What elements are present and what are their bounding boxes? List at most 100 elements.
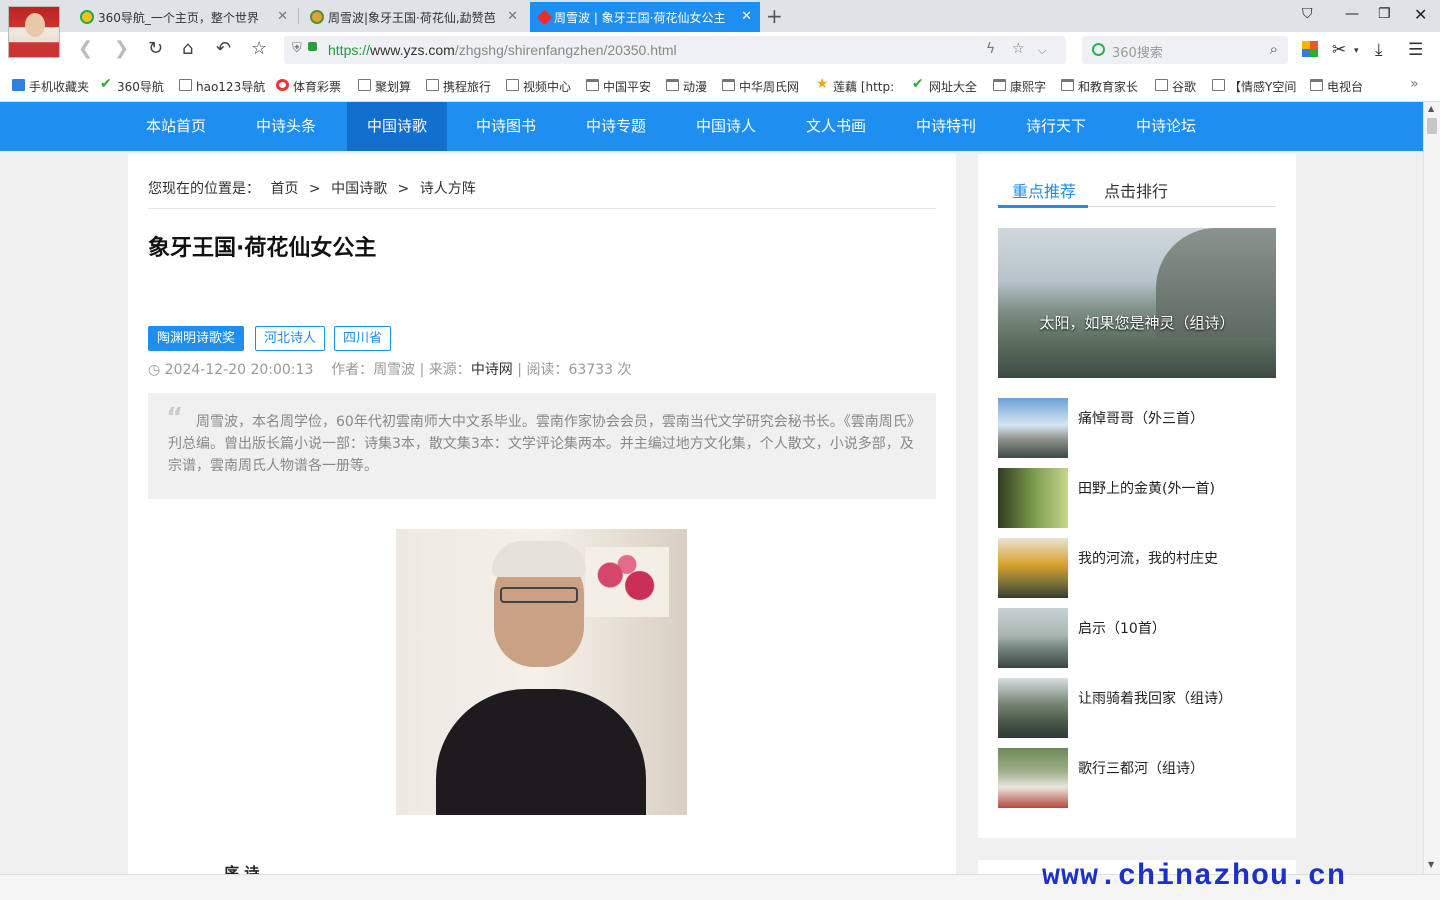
breadcrumb-poetry[interactable]: 中国诗歌 <box>331 181 387 197</box>
bookmark-item[interactable]: 中国平安 <box>586 78 651 95</box>
back-icon[interactable]: ❮ <box>78 38 93 59</box>
article-panel: 您现在的位置是： 首页 > 中国诗歌 > 诗人方阵 象牙王国·荷花仙女公主 陶渊… <box>128 154 956 874</box>
scissors-icon[interactable]: ✂ <box>1332 40 1346 60</box>
folder-icon <box>993 79 1006 91</box>
chevron-down-icon[interactable]: ⌵ <box>1038 44 1046 58</box>
restore-icon[interactable]: ❐ <box>1378 6 1391 22</box>
bookmark-item[interactable]: 手机收藏夹 <box>12 78 89 95</box>
favorite-star-icon[interactable]: ☆ <box>251 38 267 59</box>
nav-forum[interactable]: 中诗论坛 <box>1116 102 1216 151</box>
scroll-down-icon[interactable]: ▼ <box>1428 860 1434 869</box>
bookmark-item[interactable]: ✔ 网址大全 <box>912 76 977 95</box>
close-tab-icon[interactable]: ✕ <box>277 9 288 24</box>
search-icon[interactable]: ⌕ <box>1270 40 1278 58</box>
yzs-site-icon <box>536 9 553 26</box>
list-item[interactable]: 我的河流，我的村庄史 <box>998 538 1276 598</box>
apps-grid-icon[interactable] <box>1302 41 1318 57</box>
folder-icon <box>666 79 679 91</box>
more-bookmarks-icon[interactable]: » <box>1410 76 1419 92</box>
vertical-scrollbar[interactable]: ▲ ▼ <box>1423 102 1440 874</box>
nav-special-issue[interactable]: 中诗特刊 <box>896 102 996 151</box>
tab-label: 360导航_一个主页，整个世界 <box>98 10 259 25</box>
menu-icon[interactable]: ☰ <box>1408 40 1423 60</box>
search-input[interactable]: 360搜索 ⌕ <box>1082 36 1288 64</box>
list-item[interactable]: 启示（10首） <box>998 608 1276 668</box>
bookmark-star-icon[interactable]: ☆ <box>1012 41 1025 57</box>
flash-icon[interactable]: ϟ <box>986 41 995 57</box>
shield-icon[interactable]: ⛨ <box>292 41 302 56</box>
list-item[interactable]: 歌行三都河（组诗） <box>998 748 1276 808</box>
bookmark-item[interactable]: 中华周氏网 <box>722 78 802 95</box>
reload-icon[interactable]: ↻ <box>148 38 163 59</box>
bookmark-item[interactable]: 谷歌 <box>1155 78 1196 95</box>
tag-award[interactable]: 陶渊明诗歌奖 <box>148 326 245 351</box>
bookmark-item[interactable]: 电视台 <box>1310 78 1363 95</box>
bookmark-item[interactable]: ★ 莲藕 [http: <box>816 78 898 95</box>
caret-down-icon[interactable]: ▾ <box>1354 46 1359 56</box>
bookmark-item[interactable]: 【情感Y空间 <box>1212 78 1296 95</box>
list-item[interactable]: 田野上的金黄(外一首) <box>998 468 1276 528</box>
star-icon: ★ <box>816 78 829 92</box>
read-count: 63733 <box>568 362 613 378</box>
download-icon[interactable]: ⤓ <box>1375 40 1383 60</box>
folder-icon <box>1061 79 1074 91</box>
nav-calligraphy[interactable]: 文人书画 <box>786 102 886 151</box>
bookmark-item[interactable]: hao123导航 <box>179 78 265 95</box>
scroll-thumb[interactable] <box>1427 118 1437 134</box>
nav-headlines[interactable]: 中诗头条 <box>236 102 336 151</box>
reads-label: 阅读： <box>526 362 569 378</box>
nav-poets[interactable]: 中国诗人 <box>676 102 776 151</box>
author-photo <box>396 529 687 815</box>
folder-icon <box>1310 79 1323 91</box>
browser-tab-article-1[interactable]: 周雪波|象牙王国·荷花仙,勐赞芭 ✕ <box>304 2 526 32</box>
forward-icon[interactable]: ❯ <box>114 38 129 59</box>
breadcrumb-prefix: 您现在的位置是： <box>148 181 260 197</box>
new-tab-icon[interactable]: + <box>766 4 783 28</box>
address-bar[interactable]: ⛨ https://www.yzs.com/zhgshg/shirenfangz… <box>284 36 1066 64</box>
tab-featured[interactable]: 重点推荐 <box>1012 178 1076 202</box>
bookmark-item[interactable]: 康熙字 <box>993 78 1046 95</box>
section-heading: 序 诗 <box>224 864 260 874</box>
list-item[interactable]: 痛悼哥哥（外三首） <box>998 398 1276 458</box>
breadcrumb-poets[interactable]: 诗人方阵 <box>420 181 476 197</box>
close-tab-icon[interactable]: ✕ <box>507 9 518 24</box>
summary-text: 周雪波，本名周学俭，60年代初雲南师大中文系毕业。雲南作家协会会员，雲南当代文学… <box>168 414 914 474</box>
url-text[interactable]: https://www.yzs.com/zhgshg/shirenfangzhe… <box>328 42 677 58</box>
close-tab-icon[interactable]: ✕ <box>741 9 752 24</box>
phone-icon <box>12 79 25 91</box>
nav-home[interactable]: 本站首页 <box>126 102 226 151</box>
bookmark-item[interactable]: 体育彩票 <box>276 78 341 95</box>
bookmark-item[interactable]: 携程旅行 <box>426 78 491 95</box>
featured-story[interactable]: 太阳，如果您是神灵（组诗） <box>998 228 1276 378</box>
breadcrumb-separator: > <box>397 181 410 197</box>
browser-tab-article-active[interactable]: 周雪波 | 象牙王国·荷花仙女公主 ✕ <box>530 2 760 32</box>
tab-most-clicked[interactable]: 点击排行 <box>1104 178 1168 202</box>
nav-topics[interactable]: 中诗专题 <box>566 102 666 151</box>
undo-close-icon[interactable]: ↶ <box>216 38 231 59</box>
close-window-icon[interactable]: ✕ <box>1414 5 1427 24</box>
user-avatar[interactable] <box>8 6 60 58</box>
breadcrumb-home[interactable]: 首页 <box>270 181 298 197</box>
tag-hebei-poet[interactable]: 河北诗人 <box>255 326 326 351</box>
photo-figure-body <box>436 689 646 815</box>
nav-chinese-poetry[interactable]: 中国诗歌 <box>347 102 447 151</box>
item-title: 启示（10首） <box>1078 621 1166 637</box>
scroll-up-icon[interactable]: ▲ <box>1428 104 1434 113</box>
bookmark-item[interactable]: 动漫 <box>666 78 707 95</box>
nav-world[interactable]: 诗行天下 <box>1006 102 1106 151</box>
home-icon[interactable]: ⌂ <box>182 38 193 59</box>
browser-tab-360-nav[interactable]: 360导航_一个主页，整个世界 ✕ <box>74 2 296 32</box>
bookmark-item[interactable]: 和教育家长 <box>1061 78 1141 95</box>
nav-books[interactable]: 中诗图书 <box>456 102 556 151</box>
lock-icon <box>308 42 317 51</box>
bookmark-item[interactable]: ✔ 360导航 <box>100 76 164 95</box>
breadcrumb: 您现在的位置是： 首页 > 中国诗歌 > 诗人方阵 <box>148 178 936 209</box>
minimize-icon[interactable]: — <box>1345 6 1359 22</box>
list-item[interactable]: 让雨骑着我回家（组诗） <box>998 678 1276 738</box>
source-name[interactable]: 中诗网 <box>471 362 513 378</box>
bookmark-item[interactable]: 聚划算 <box>358 78 411 95</box>
skin-icon[interactable]: ⛉ <box>1302 6 1313 22</box>
bookmark-item[interactable]: 视频中心 <box>506 78 571 95</box>
tag-sichuan[interactable]: 四川省 <box>334 326 392 351</box>
source-label: 来源： <box>428 362 471 378</box>
